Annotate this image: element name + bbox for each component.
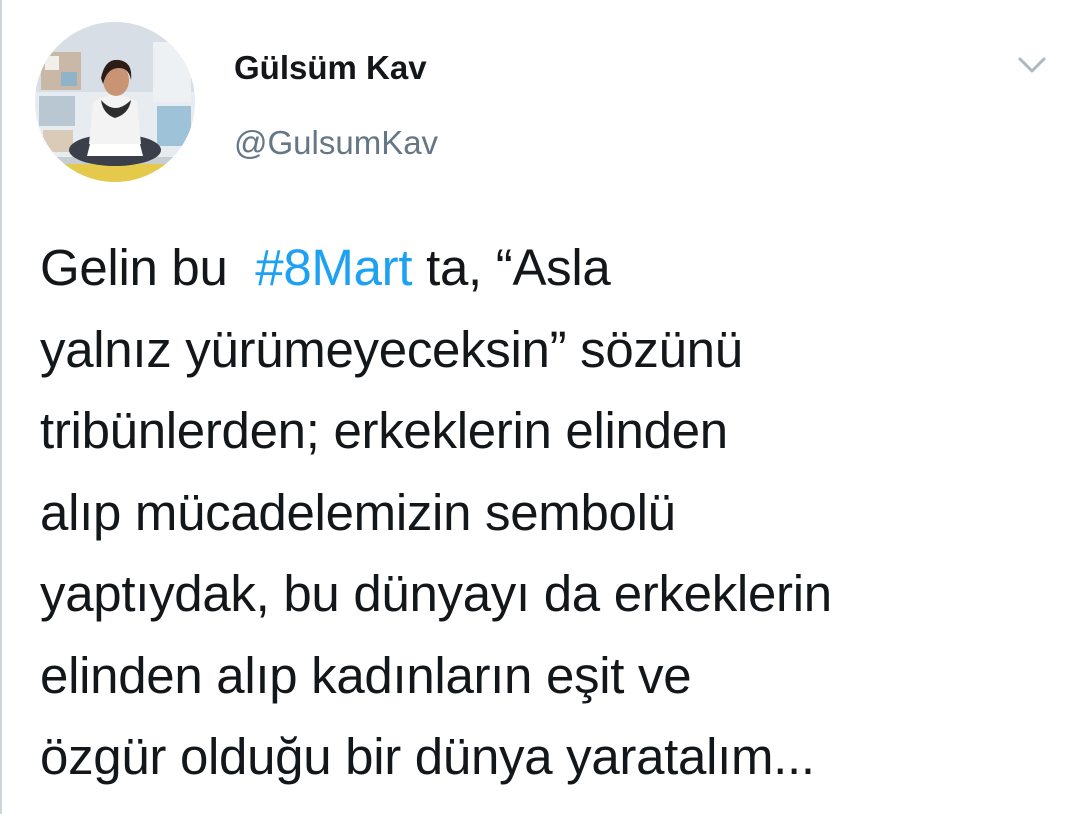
author-handle[interactable]: @GulsumKav — [234, 123, 438, 163]
avatar-photo — [35, 22, 195, 182]
tweet-text-line: alıp mücadelemizin sembolü — [40, 483, 676, 541]
tweet-text-segment: ta, “Asla — [412, 239, 611, 296]
avatar[interactable] — [35, 22, 195, 182]
tweet-text-line: yaptıydak, bu dünyayı da erkeklerin — [40, 565, 832, 622]
tweet-text-line: tribünlerden; erkeklerin elinden — [40, 402, 728, 459]
hashtag-link[interactable]: #8Mart — [255, 239, 412, 296]
tweet-text-line: yalnız yürümeyeceksin” sözünü — [40, 320, 743, 378]
tweet-text-segment: Gelin bu — [40, 239, 256, 296]
author-name[interactable]: Gülsüm Kav — [234, 48, 427, 88]
chevron-down-icon[interactable] — [1012, 48, 1052, 82]
tweet-text-line: elinden alıp kadınların eşit ve — [40, 646, 692, 704]
tweet-text-line: Gelin bu #8Mart ta, “Asla — [40, 227, 1070, 309]
tweet-card: Gülsüm Kav @GulsumKav Gelin bu #8Mart ta… — [0, 0, 1080, 814]
tweet-text-line: özgür olduğu bir dünya yaratalım... — [40, 728, 815, 785]
tweet-text: Gelin bu #8Mart ta, “Asla yalnız yürümey… — [40, 227, 1070, 798]
